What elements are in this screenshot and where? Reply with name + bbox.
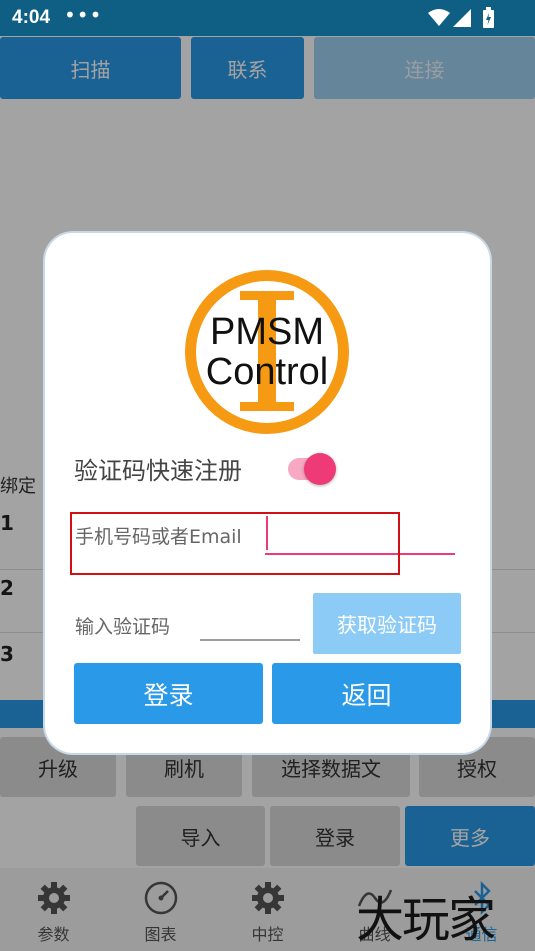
battery-icon [483, 7, 494, 28]
quick-register-toggle[interactable] [288, 453, 336, 485]
signal-icon [453, 9, 471, 27]
status-time: 4:04 [12, 7, 51, 28]
wifi-icon [428, 9, 450, 26]
toggle-knob [304, 453, 336, 485]
verification-code-label: 输入验证码 [75, 616, 171, 638]
status-bar: 4:04 ••• [0, 0, 535, 36]
watermark: 大玩家 [356, 892, 496, 948]
notification-dots: ••• [64, 3, 103, 27]
verification-code-input[interactable] [200, 605, 300, 641]
pmsm-control-logo: PMSM Control [185, 270, 349, 434]
login-dialog: PMSM Control 验证码快速注册 手机号码或者Email 输入验证码 获… [45, 233, 490, 753]
logo-line2: Control [206, 351, 329, 393]
logo-line1: PMSM [210, 311, 324, 353]
back-button[interactable]: 返回 [272, 663, 461, 724]
quick-register-label: 验证码快速注册 [74, 457, 242, 485]
get-code-button[interactable]: 获取验证码 [313, 593, 461, 654]
login-button[interactable]: 登录 [74, 663, 263, 724]
highlight-box [70, 512, 400, 575]
